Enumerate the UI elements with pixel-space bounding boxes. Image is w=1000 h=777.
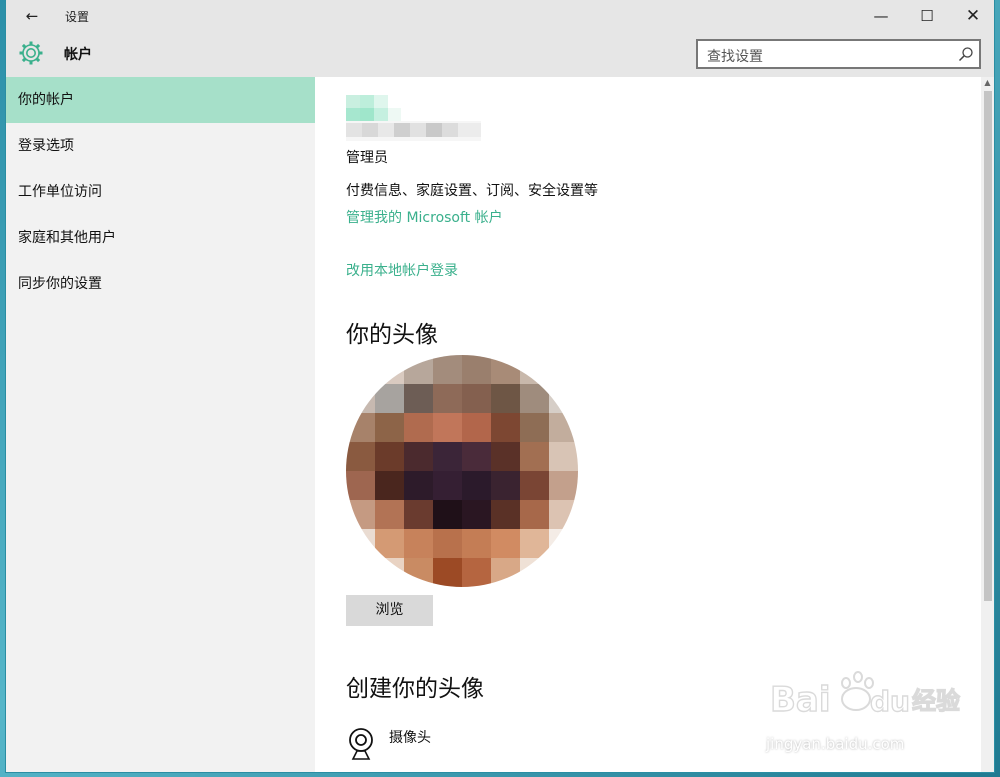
local-account-signin-link[interactable]: 改用本地帐户登录: [346, 260, 458, 280]
account-name-blurred: [346, 95, 401, 121]
search-icon[interactable]: [958, 46, 974, 62]
avatar-heading: 你的头像: [346, 322, 438, 348]
camera-icon[interactable]: [346, 727, 376, 761]
sidebar-item-family-users[interactable]: 家庭和其他用户: [6, 215, 315, 261]
sidebar: 你的帐户 登录选项 工作单位访问 家庭和其他用户 同步你的设置: [6, 77, 315, 772]
maximize-button[interactable]: ☐: [904, 0, 950, 32]
search-input[interactable]: 查找设置: [696, 39, 981, 69]
gear-icon: [19, 41, 43, 65]
avatar-image: [346, 355, 578, 587]
account-role: 管理员: [346, 150, 388, 166]
minimize-button[interactable]: —: [858, 0, 904, 32]
baidu-logo: Bai du 经验: [769, 671, 961, 721]
sidebar-item-your-account[interactable]: 你的帐户: [6, 77, 315, 123]
close-button[interactable]: ✕: [950, 0, 994, 32]
window-title: 设置: [65, 10, 90, 24]
billing-description: 付费信息、家庭设置、订阅、安全设置等: [346, 183, 598, 199]
title-bar: ← 设置 — ☐ ✕: [6, 0, 994, 32]
section-title: 帐户: [64, 47, 92, 63]
browse-button[interactable]: 浏览: [346, 595, 433, 626]
baidu-watermark: Bai du 经验 jingyan.baidu.com: [766, 665, 994, 760]
account-email-blurred: [346, 121, 481, 141]
svg-text:经验: 经验: [912, 687, 960, 715]
sidebar-item-work-access[interactable]: 工作单位访问: [6, 169, 315, 215]
manage-microsoft-account-link[interactable]: 管理我的 Microsoft 帐户: [346, 207, 503, 227]
sidebar-item-sync-settings[interactable]: 同步你的设置: [6, 261, 315, 307]
svg-text:du: du: [870, 685, 910, 718]
page-header: 帐户 查找设置: [6, 32, 994, 77]
scroll-up-arrow-icon[interactable]: ▲: [981, 77, 994, 89]
svg-text:Bai: Bai: [770, 680, 831, 720]
settings-window: ← 设置 — ☐ ✕ 帐户 查找设置 你的帐户 登录选项 工作单位访问 家庭和其…: [6, 0, 994, 772]
create-avatar-heading: 创建你的头像: [346, 676, 484, 702]
search-placeholder: 查找设置: [707, 49, 763, 65]
camera-label[interactable]: 摄像头: [389, 727, 431, 747]
sidebar-item-sign-in-options[interactable]: 登录选项: [6, 123, 315, 169]
scroll-thumb[interactable]: [984, 91, 992, 601]
watermark-url: jingyan.baidu.com: [766, 735, 905, 753]
back-arrow-icon[interactable]: ←: [18, 4, 46, 28]
